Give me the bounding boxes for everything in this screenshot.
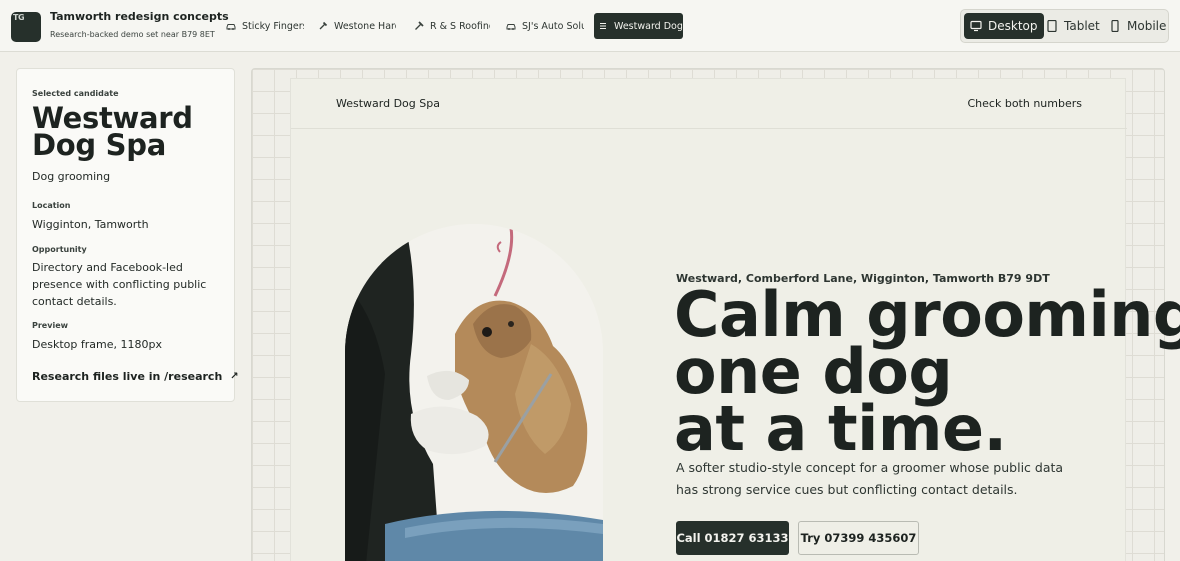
device-desktop-button[interactable]: Desktop: [964, 13, 1044, 39]
check-numbers-link[interactable]: Check both numbers: [968, 97, 1083, 110]
research-files-link[interactable]: Research files live in /research ↗: [32, 370, 239, 383]
candidate-category: Dog grooming: [32, 170, 111, 183]
device-label: Mobile: [1127, 19, 1167, 33]
opportunity-value: Directory and Facebook-led presence with…: [32, 261, 207, 308]
tab-westone-hardware[interactable]: Westone Hardware: [314, 13, 396, 39]
call-primary-button[interactable]: Call 01827 63133: [676, 521, 789, 555]
tab-sjs-auto-solutions[interactable]: SJ's Auto Solutions: [502, 13, 584, 39]
hero-headline: Calm grooming, one dog at a time.: [674, 284, 1180, 465]
site-name[interactable]: Westward Dog Spa: [336, 97, 440, 110]
preview-value: Desktop frame, 1180px: [32, 338, 162, 351]
app-title: Tamworth redesign concepts: [50, 10, 229, 23]
site-preview-frame: Westward Dog Spa Check both numbers West…: [290, 78, 1180, 561]
device-mobile-button[interactable]: Mobile: [1103, 13, 1172, 39]
call-secondary-button[interactable]: Try 07399 435607: [798, 521, 919, 555]
preview-label: Preview: [32, 321, 69, 330]
tab-label: R & S Roofing: [430, 20, 490, 32]
location-value: Wigginton, Tamworth: [32, 218, 149, 231]
selected-candidate-label: Selected candidate: [32, 89, 119, 98]
tab-label: SJ's Auto Solutions: [522, 20, 584, 32]
app-subtitle: Research-backed demo set near B79 8ET: [50, 30, 215, 39]
hammer-icon: [319, 21, 328, 30]
logo-text: TG: [13, 13, 25, 22]
car-icon: [506, 24, 516, 30]
device-switcher: Desktop Tablet Mobile: [960, 9, 1169, 43]
monitor-icon: [970, 20, 982, 32]
candidate-name: Westward Dog Spa: [32, 101, 193, 162]
top-bar: TG Tamworth redesign concepts Research-b…: [0, 0, 1180, 52]
hero-lede: A softer studio-style concept for a groo…: [676, 460, 1064, 497]
arrow-up-right-icon: ↗: [230, 371, 239, 382]
headline-line: at a time.: [674, 392, 1007, 465]
tab-sticky-fingers[interactable]: Sticky Fingers: [222, 13, 304, 39]
candidate-panel: Selected candidate Westward Dog Spa Dog …: [16, 68, 239, 402]
phone-icon: [1111, 20, 1119, 32]
car-icon: [226, 24, 236, 30]
site-header: Westward Dog Spa Check both numbers: [291, 79, 1127, 129]
research-link-label: Research files live in /research: [32, 370, 223, 383]
menu-icon: [600, 23, 606, 29]
opportunity-label: Opportunity: [32, 245, 87, 254]
device-label: Tablet: [1064, 19, 1100, 33]
hammer-icon: [415, 21, 424, 30]
tab-westward-dog-spa[interactable]: Westward Dog Spa: [594, 13, 683, 39]
tab-label: Westone Hardware: [334, 20, 396, 32]
tablet-icon: [1047, 20, 1057, 32]
tab-label: Sticky Fingers: [242, 20, 304, 32]
logo: TG: [11, 12, 41, 42]
hero-photo-dog-grooming: [345, 224, 603, 561]
tab-rs-roofing[interactable]: R & S Roofing: [410, 13, 490, 39]
device-label: Desktop: [988, 19, 1038, 33]
tab-label: Westward Dog Spa: [614, 20, 683, 32]
location-label: Location: [32, 201, 71, 210]
device-tablet-button[interactable]: Tablet: [1040, 13, 1106, 39]
